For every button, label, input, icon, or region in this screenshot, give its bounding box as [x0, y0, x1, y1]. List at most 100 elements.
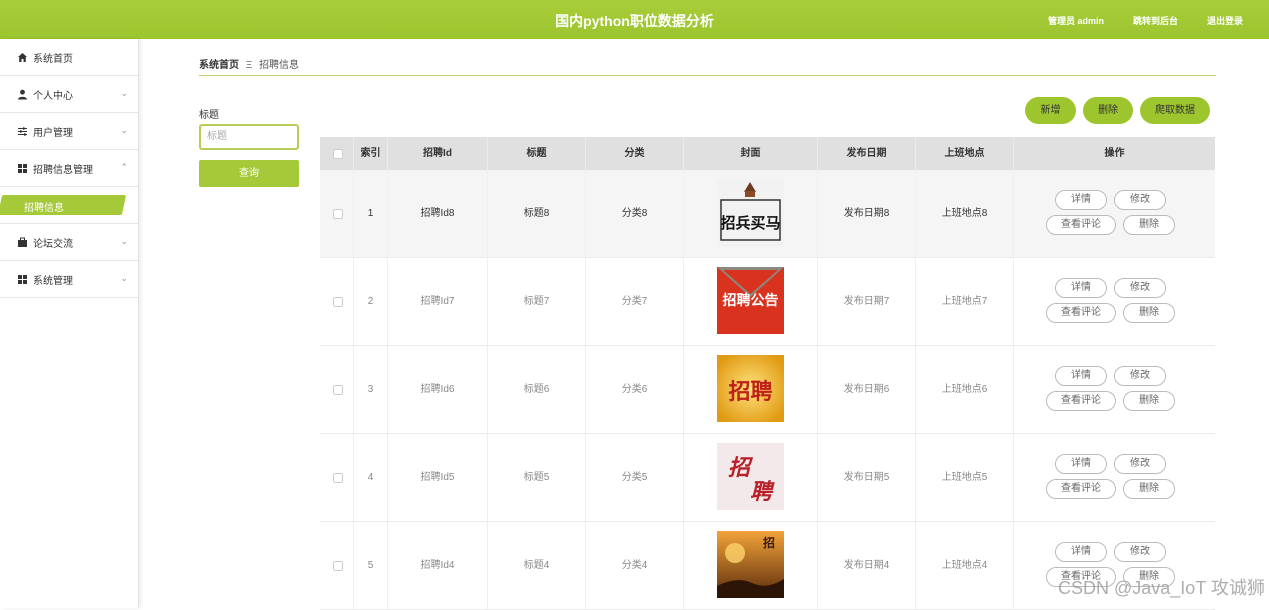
cell-id: 招聘Id7 — [388, 258, 488, 346]
col-header: 封面 — [684, 137, 818, 170]
chevron-down-icon: ⌄ — [120, 88, 128, 99]
chevron-down-icon: ⌄ — [120, 273, 128, 284]
view-comments-button[interactable]: 查看评论 — [1046, 479, 1116, 499]
header-checkbox-cell — [320, 137, 354, 170]
table-header: 索引 招聘Id 标题 分类 封面 发布日期 上班地点 操作 — [320, 137, 1215, 170]
edit-button[interactable]: 修改 — [1114, 190, 1166, 210]
col-header: 发布日期 — [818, 137, 916, 170]
row-checkbox[interactable] — [333, 297, 343, 307]
svg-text:招兵买马: 招兵买马 — [720, 214, 780, 232]
cell-place: 上班地点4 — [916, 522, 1014, 610]
row-delete-button[interactable]: 删除 — [1123, 215, 1175, 235]
sidebar-item-forum[interactable]: 论坛交流 ⌄ — [0, 224, 138, 261]
checkbox-cell — [320, 346, 354, 434]
row-checkbox[interactable] — [333, 209, 343, 219]
row-checkbox[interactable] — [333, 385, 343, 395]
cell-place: 上班地点8 — [916, 170, 1014, 258]
cell-title: 标题4 — [488, 522, 586, 610]
col-header: 标题 — [488, 137, 586, 170]
row-delete-button[interactable]: 删除 — [1123, 391, 1175, 411]
divider — [199, 75, 1216, 76]
cover-image: 招 聘 — [717, 443, 784, 510]
admin-label: 管理员 admin — [1048, 14, 1104, 27]
cover-image: 招兵买马 — [717, 180, 784, 247]
top-header: 国内python职位数据分析 管理员 admin 跳转到后台 退出登录 — [0, 0, 1269, 39]
cell-title: 标题8 — [488, 170, 586, 258]
chevron-up-icon: ⌃ — [120, 162, 128, 173]
table-row: 4 招聘Id5 标题5 分类5 招 聘 发布日期5 上班地点5 详情 修改 查看… — [320, 434, 1215, 522]
cover-image: 招 — [717, 531, 784, 598]
cell-index: 2 — [354, 258, 388, 346]
briefcase-icon — [17, 237, 28, 248]
detail-button[interactable]: 详情 — [1055, 542, 1107, 562]
row-delete-button[interactable]: 删除 — [1123, 303, 1175, 323]
crawl-button[interactable]: 爬取数据 — [1140, 97, 1210, 124]
svg-text:招聘: 招聘 — [728, 380, 772, 405]
row-checkbox[interactable] — [333, 473, 343, 483]
view-comments-button[interactable]: 查看评论 — [1046, 391, 1116, 411]
dashboard-link[interactable]: 跳转到后台 — [1133, 14, 1178, 27]
chevron-down-icon: ⌄ — [120, 125, 128, 136]
svg-text:招: 招 — [763, 535, 775, 550]
cell-ops — [1014, 170, 1215, 258]
cell-id: 招聘Id6 — [388, 346, 488, 434]
sidebar-item-profile[interactable]: 个人中心 ⌄ — [0, 76, 138, 113]
cell-category: 分类5 — [586, 434, 684, 522]
detail-button[interactable]: 详情 — [1055, 366, 1107, 386]
edit-button[interactable]: 修改 — [1114, 366, 1166, 386]
sidebar-item-label: 个人中心 — [33, 87, 73, 102]
select-all-checkbox[interactable] — [333, 149, 343, 159]
cover-image: 招聘公告 — [717, 267, 784, 334]
detail-button[interactable]: 详情 — [1055, 190, 1107, 210]
edit-button[interactable]: 修改 — [1114, 278, 1166, 298]
add-button[interactable]: 新增 — [1025, 97, 1076, 124]
view-comments-button[interactable]: 查看评论 — [1046, 303, 1116, 323]
col-header: 上班地点 — [916, 137, 1014, 170]
sidebar-item-system[interactable]: 系统管理 ⌄ — [0, 261, 138, 298]
cell-id: 招聘Id5 — [388, 434, 488, 522]
search-input[interactable]: 标题 — [199, 124, 299, 150]
cell-id: 招聘Id8 — [388, 170, 488, 258]
cell-date: 发布日期7 — [818, 258, 916, 346]
cover-image: 招聘 — [717, 355, 784, 422]
sidebar-item-home[interactable]: 系统首页 — [0, 39, 138, 76]
checkbox-cell — [320, 258, 354, 346]
search-button[interactable]: 查询 — [199, 160, 299, 187]
delete-button[interactable]: 删除 — [1083, 97, 1133, 124]
cell-index: 4 — [354, 434, 388, 522]
col-header: 招聘Id — [388, 137, 488, 170]
grid-icon — [17, 274, 28, 285]
home-icon — [17, 52, 28, 63]
row-delete-button[interactable]: 删除 — [1123, 479, 1175, 499]
breadcrumb-home[interactable]: 系统首页 — [199, 60, 239, 71]
checkbox-cell — [320, 434, 354, 522]
cell-index: 5 — [354, 522, 388, 610]
cell-category: 分类6 — [586, 346, 684, 434]
cell-title: 标题5 — [488, 434, 586, 522]
cell-date: 发布日期4 — [818, 522, 916, 610]
edit-button[interactable]: 修改 — [1114, 542, 1166, 562]
cell-index: 1 — [354, 170, 388, 258]
cell-place: 上班地点7 — [916, 258, 1014, 346]
cell-category: 分类7 — [586, 258, 684, 346]
cell-date: 发布日期6 — [818, 346, 916, 434]
view-comments-button[interactable]: 查看评论 — [1046, 215, 1116, 235]
sidebar-item-users[interactable]: 用户管理 ⌄ — [0, 113, 138, 150]
row-checkbox[interactable] — [333, 561, 343, 571]
sidebar-item-recruit-mgmt[interactable]: 招聘信息管理 ⌃ — [0, 150, 138, 187]
sidebar-item-label: 系统管理 — [33, 272, 73, 287]
breadcrumb: 系统首页 Ξ 招聘信息 — [199, 56, 299, 71]
sidebar-subitem-recruit-info[interactable]: 招聘信息 — [0, 187, 138, 224]
col-header: 分类 — [586, 137, 684, 170]
detail-button[interactable]: 详情 — [1055, 454, 1107, 474]
checkbox-cell — [320, 170, 354, 258]
edit-button[interactable]: 修改 — [1114, 454, 1166, 474]
cell-index: 3 — [354, 346, 388, 434]
sidebar-item-label: 论坛交流 — [33, 235, 73, 250]
logout-link[interactable]: 退出登录 — [1207, 14, 1243, 27]
breadcrumb-current: 招聘信息 — [259, 60, 299, 71]
cell-place: 上班地点6 — [916, 346, 1014, 434]
detail-button[interactable]: 详情 — [1055, 278, 1107, 298]
cell-date: 发布日期5 — [818, 434, 916, 522]
cell-ops — [1014, 258, 1215, 346]
